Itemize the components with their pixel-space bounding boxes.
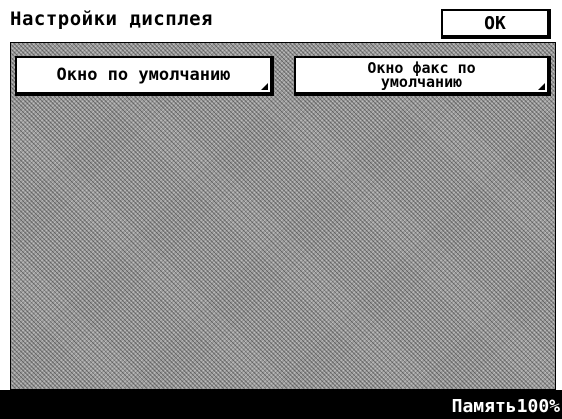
title-bar: Настройки дисплея OK xyxy=(0,0,562,42)
default-window-label: Окно по умолчанию xyxy=(56,65,231,85)
status-bar: Память100% xyxy=(0,390,562,419)
submenu-corner-icon xyxy=(538,83,545,90)
display-settings-screen: Настройки дисплея OK Окно по умолчанию О… xyxy=(0,0,562,419)
ok-button[interactable]: OK xyxy=(441,9,551,39)
memory-status: Память100% xyxy=(451,396,560,417)
fax-default-window-button[interactable]: Окно факс по умолчанию xyxy=(294,56,551,96)
default-window-button[interactable]: Окно по умолчанию xyxy=(15,56,274,96)
page-title: Настройки дисплея xyxy=(10,8,213,30)
fax-default-window-label: Окно факс по умолчанию xyxy=(367,59,476,91)
submenu-corner-icon xyxy=(261,83,268,90)
